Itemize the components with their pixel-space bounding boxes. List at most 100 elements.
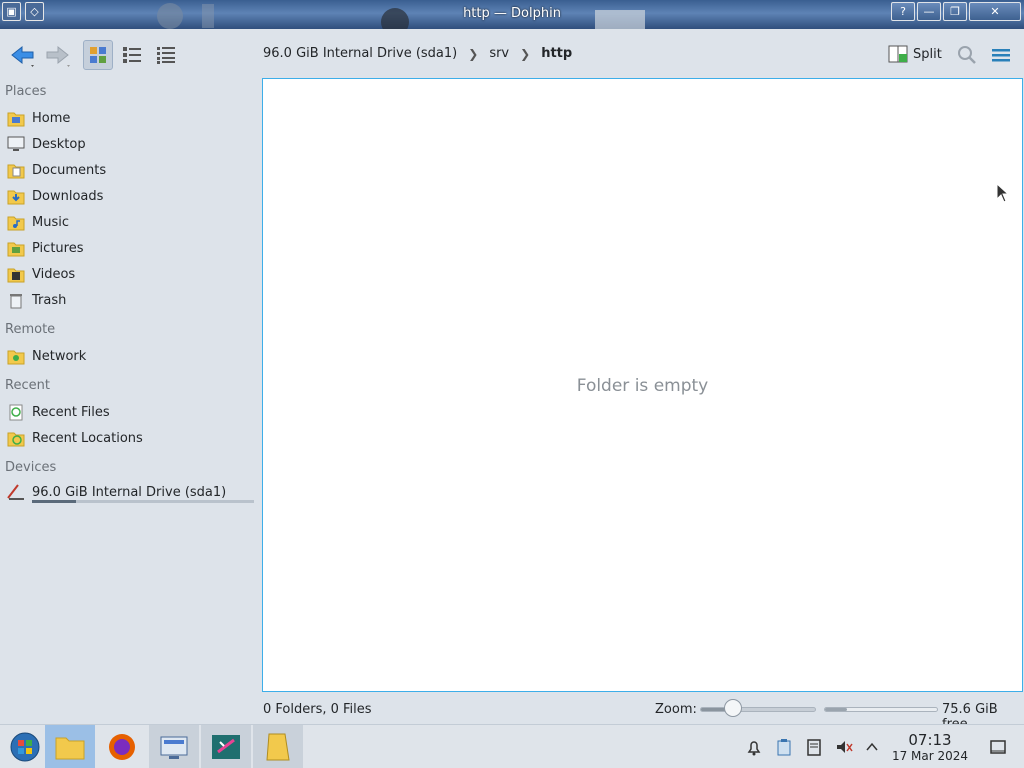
chevron-right-icon[interactable]: ❯ (520, 47, 530, 61)
taskbar-folder-app[interactable] (253, 725, 303, 768)
section-title-places: Places (5, 84, 47, 99)
sidebar-item-label: Pictures (32, 240, 84, 256)
breadcrumb-item-http[interactable]: http (541, 46, 572, 61)
documents-folder-icon (6, 160, 26, 180)
sidebar-item-label: Network (32, 348, 87, 364)
firefox-icon (109, 734, 135, 760)
help-button[interactable]: ? (891, 2, 915, 21)
system-settings-icon (160, 736, 188, 759)
start-menu-icon (10, 732, 40, 762)
clock[interactable]: 07:13 17 Mar 2024 (885, 731, 975, 764)
notifications-icon[interactable] (744, 737, 764, 757)
search-button[interactable] (952, 40, 982, 70)
storage-icon[interactable] (804, 737, 824, 757)
sidebar-item-recent-locations[interactable]: Recent Locations (6, 426, 256, 450)
sidebar-item-videos[interactable]: Videos (6, 262, 256, 286)
desktop-icon (6, 134, 26, 154)
sidebar-item-label: 96.0 GiB Internal Drive (sda1) (32, 484, 227, 500)
arrow-left-icon (11, 45, 34, 67)
arrow-right-icon (46, 45, 70, 67)
sidebar-item-label: Downloads (32, 188, 104, 204)
window-title: http — Dolphin (463, 6, 561, 21)
sidebar-item-pictures[interactable]: Pictures (6, 236, 256, 260)
hamburger-menu-button[interactable] (986, 40, 1016, 70)
toolbar: 96.0 GiB Internal Drive (sda1) ❯ srv ❯ h… (0, 29, 1024, 79)
sidebar-item-music[interactable]: Music (6, 210, 256, 234)
split-button[interactable]: Split (888, 44, 942, 64)
section-title-devices: Devices (5, 460, 57, 475)
recent-files-icon (6, 402, 26, 422)
videos-folder-icon (6, 264, 26, 284)
music-folder-icon (6, 212, 26, 232)
network-folder-icon (6, 346, 26, 366)
trash-icon (6, 290, 26, 310)
taskbar: 07:13 17 Mar 2024 (0, 724, 1024, 768)
status-summary: 0 Folders, 0 Files (263, 702, 372, 717)
hamburger-menu-icon (992, 49, 1010, 62)
status-bar: 0 Folders, 0 Files Zoom: 75.6 GiB free (0, 696, 1024, 732)
zoom-slider-handle[interactable] (724, 699, 742, 717)
zoom-slider[interactable] (700, 707, 816, 712)
chevron-up-icon[interactable] (862, 737, 882, 757)
breadcrumb-item-drive[interactable]: 96.0 GiB Internal Drive (sda1) (263, 46, 457, 61)
chevron-right-icon[interactable]: ❯ (468, 47, 478, 61)
title-bar[interactable]: ▣ ◇ http — Dolphin ? — ❐ ✕ (0, 0, 1024, 29)
kate-icon (212, 735, 240, 759)
compact-view-icon (123, 47, 141, 63)
file-view[interactable]: Folder is empty (262, 78, 1023, 692)
sidebar-item-label: Recent Files (32, 404, 110, 420)
sidebar-item-home[interactable]: Home (6, 106, 256, 130)
clock-time: 07:13 (908, 731, 952, 749)
sidebar-item-label: Desktop (32, 136, 86, 152)
icons-view-button[interactable] (83, 40, 113, 70)
split-label: Split (913, 46, 942, 62)
sidebar-item-recent-files[interactable]: Recent Files (6, 400, 256, 424)
clock-date: 17 Mar 2024 (891, 749, 969, 763)
section-title-remote: Remote (5, 322, 56, 337)
sidebar-item-label: Trash (32, 292, 67, 308)
sidebar-item-desktop[interactable]: Desktop (6, 132, 256, 156)
home-folder-icon (6, 108, 26, 128)
sidebar-item-downloads[interactable]: Downloads (6, 184, 256, 208)
clipboard-icon[interactable] (774, 737, 794, 757)
empty-folder-message: Folder is empty (576, 376, 709, 396)
sidebar-item-trash[interactable]: Trash (6, 288, 256, 312)
taskbar-file-manager[interactable] (45, 725, 95, 768)
sidebar-item-label: Recent Locations (32, 430, 143, 446)
taskbar-system-settings[interactable] (149, 725, 199, 768)
breadcrumb-item-srv[interactable]: srv (489, 46, 509, 61)
back-button[interactable] (8, 40, 38, 70)
icons-view-icon (90, 47, 106, 63)
zoom-label: Zoom: (655, 702, 697, 717)
sidebar-item-label: Videos (32, 266, 76, 282)
drive-usage-fill (32, 500, 77, 503)
sidebar-item-label: Home (32, 110, 71, 126)
section-title-recent: Recent (5, 378, 50, 393)
sidebar-item-network[interactable]: Network (6, 344, 256, 368)
drive-usage-bar (32, 500, 254, 503)
taskbar-kate[interactable] (201, 725, 251, 768)
free-space-bar[interactable] (824, 707, 938, 712)
compact-view-button[interactable] (117, 40, 147, 70)
drive-icon (6, 482, 26, 502)
sidebar-item-label: Documents (32, 162, 107, 178)
split-view-icon (888, 45, 908, 63)
pictures-folder-icon (6, 238, 26, 258)
breadcrumb: 96.0 GiB Internal Drive (sda1) ❯ srv ❯ h… (263, 46, 572, 61)
sidebar-item-documents[interactable]: Documents (6, 158, 256, 182)
maximize-button[interactable]: ❐ (943, 2, 967, 21)
start-menu-button[interactable] (0, 725, 50, 768)
volume-muted-icon[interactable] (834, 737, 854, 757)
places-panel: Places Home Desktop Documents Downloads … (0, 79, 258, 724)
file-manager-icon (55, 737, 85, 760)
show-desktop-icon[interactable] (988, 737, 1008, 757)
close-button[interactable]: ✕ (969, 2, 1021, 21)
recent-locations-icon (6, 428, 26, 448)
details-view-icon (157, 47, 175, 64)
mouse-cursor-icon (996, 183, 1010, 203)
details-view-button[interactable] (151, 40, 181, 70)
taskbar-firefox[interactable] (97, 725, 147, 768)
downloads-folder-icon (6, 186, 26, 206)
forward-button[interactable] (42, 40, 72, 70)
minimize-button[interactable]: — (917, 2, 941, 21)
